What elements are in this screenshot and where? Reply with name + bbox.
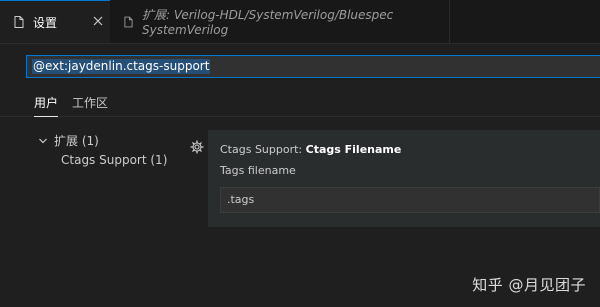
watermark: 知乎 @月见团子 [472,276,586,294]
settings-window: 设置 扩展: Verilog-HDL/SystemVerilog/Bluespe… [0,0,600,307]
setting-category: Ctags Support: [220,143,306,156]
document-icon [14,16,24,28]
search-query: @ext:jaydenlin.ctags-support [32,59,211,74]
close-icon[interactable] [92,15,104,27]
tab-extension[interactable]: 扩展: Verilog-HDL/SystemVerilog/Bluespec S… [110,0,450,43]
setting-name: Ctags Filename [305,143,402,156]
tab-label: 设置 [33,15,58,30]
scope-tabs: 用户 工作区 [0,90,600,117]
tab-user[interactable]: 用户 [34,95,59,117]
tab-label: 扩展: Verilog-HDL/SystemVerilog/Bluespec S… [142,8,394,37]
tab-workspace[interactable]: 工作区 [72,95,108,111]
setting-title: Ctags Support: Ctags Filename [220,143,401,156]
editor-tab-bar: 设置 扩展: Verilog-HDL/SystemVerilog/Bluespe… [0,0,600,44]
chevron-down-icon [39,138,47,143]
toc-extensions-label: 扩展 (1) [54,134,99,148]
toc-extensions[interactable]: 扩展 (1) [38,132,99,149]
tab-settings[interactable]: 设置 [0,0,110,43]
gear-icon[interactable] [190,140,204,154]
setting-description: Tags filename [220,164,296,177]
ctags-filename-input[interactable]: .tags [220,187,600,213]
settings-search-input[interactable]: @ext:jaydenlin.ctags-support [26,55,600,78]
ctags-filename-value: .tags [227,193,255,206]
document-icon [124,16,133,27]
toc-item-ctags-support[interactable]: Ctags Support (1) [61,153,167,167]
